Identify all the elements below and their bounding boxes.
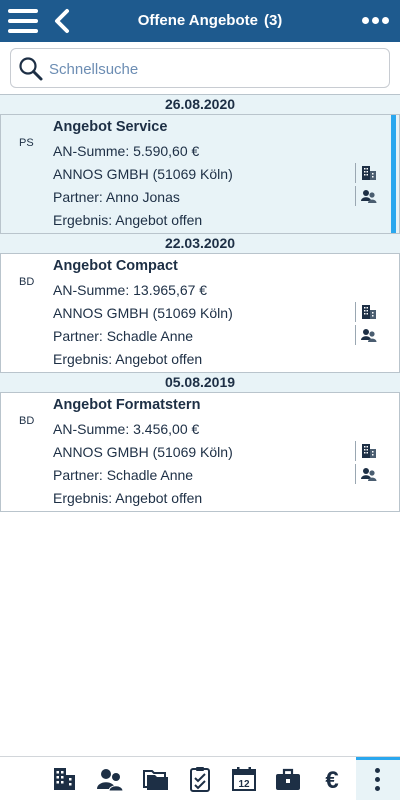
offer-result: Ergebnis: Angebot offen — [53, 351, 203, 367]
page-title-text: Offene Angebote — [137, 12, 258, 29]
clipboard-check-icon[interactable] — [186, 765, 214, 793]
offer-company: ANNOS GMBH (51069 Köln) — [53, 305, 233, 321]
offer-list-item[interactable]: BD Angebot Compact AN-Summe: 13.965,67 €… — [0, 254, 400, 372]
offer-sum: AN-Summe: 5.590,60 € — [53, 143, 200, 159]
offer-list: 26.08.2020 PS Angebot Service AN-Summe: … — [0, 94, 400, 512]
offer-sum: AN-Summe: 3.456,00 € — [53, 421, 200, 437]
offer-partner: Partner: Schadle Anne — [53, 467, 194, 483]
building-icon[interactable] — [50, 765, 78, 793]
calendar-day-label: 12 — [238, 779, 250, 790]
search-input[interactable] — [49, 57, 379, 81]
offer-list-item[interactable]: PS Angebot Service AN-Summe: 5.590,60 € … — [0, 115, 400, 233]
company-building-icon[interactable] — [355, 302, 379, 322]
search-area — [0, 42, 400, 94]
offer-partner: Partner: Schadle Anne — [53, 328, 194, 344]
calendar-icon[interactable]: 12 — [230, 765, 258, 793]
back-arrow-icon[interactable] — [50, 8, 76, 34]
partner-contacts-icon[interactable] — [355, 464, 379, 484]
offer-company: ANNOS GMBH (51069 Köln) — [53, 166, 233, 182]
partner-contacts-icon[interactable] — [355, 186, 379, 206]
date-group-header: 26.08.2020 — [0, 94, 400, 115]
offer-sum: AN-Summe: 13.965,67 € — [53, 282, 208, 298]
offer-result: Ergebnis: Angebot offen — [53, 212, 203, 228]
briefcase-icon[interactable] — [274, 765, 302, 793]
offer-title: Angebot Compact — [53, 258, 178, 274]
partner-contacts-icon[interactable] — [355, 325, 379, 345]
company-building-icon[interactable] — [355, 441, 379, 461]
euro-symbol: € — [325, 767, 338, 793]
top-bar: Offene Angebote (3) — [0, 0, 400, 42]
offer-count: (3) — [263, 12, 283, 29]
date-group-header: 05.08.2019 — [0, 372, 400, 393]
page-title: Offene Angebote (3) — [90, 0, 330, 42]
offer-title: Angebot Formatstern — [53, 397, 201, 413]
more-vertical-icon[interactable] — [356, 757, 400, 800]
offer-list-item[interactable]: BD Angebot Formatstern AN-Summe: 3.456,0… — [0, 393, 400, 511]
folders-icon[interactable] — [142, 765, 170, 793]
offer-company: ANNOS GMBH (51069 Köln) — [53, 444, 233, 460]
euro-icon[interactable]: € — [318, 765, 346, 794]
date-group-header: 22.03.2020 — [0, 233, 400, 254]
offer-result: Ergebnis: Angebot offen — [53, 490, 203, 506]
company-building-icon[interactable] — [355, 163, 379, 183]
list-end-divider — [0, 511, 400, 512]
contacts-icon[interactable] — [96, 765, 124, 793]
bottom-navigation: 12 € — [0, 756, 400, 800]
offer-partner: Partner: Anno Jonas — [53, 189, 180, 205]
search-icon[interactable] — [18, 56, 44, 82]
owner-initials: BD — [19, 415, 35, 427]
offer-title: Angebot Service — [53, 119, 168, 135]
search-box — [10, 48, 390, 88]
owner-initials: PS — [19, 137, 34, 149]
hamburger-menu-icon[interactable] — [8, 9, 38, 33]
selection-indicator — [391, 115, 396, 233]
owner-initials: BD — [19, 276, 35, 288]
more-horizontal-icon[interactable] — [362, 14, 390, 28]
